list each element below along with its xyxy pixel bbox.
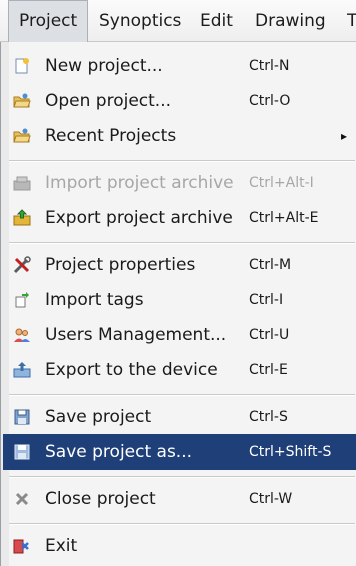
menu-separator	[9, 242, 355, 244]
menu-item-shortcut: Ctrl-N	[249, 58, 290, 74]
menu-item-label: Recent Projects	[45, 126, 177, 146]
menu-separator	[9, 160, 355, 162]
export-device-icon	[13, 361, 31, 379]
menu-item-label: Save project as...	[45, 442, 193, 462]
import-tags-icon	[13, 291, 31, 309]
menu-separator	[9, 523, 355, 525]
menu-item-shortcut: Ctrl-W	[249, 491, 293, 507]
menu-separator	[9, 394, 355, 396]
close-project-icon	[13, 490, 31, 508]
menu-item-label: Close project	[45, 489, 156, 509]
menu-item-save-project[interactable]: Save project Ctrl-S	[3, 399, 356, 435]
menu-item-import-tags[interactable]: Import tags Ctrl-I	[3, 282, 356, 318]
menu-item-shortcut: Ctrl-M	[249, 257, 292, 273]
menu-item-import-archive: Import project archive Ctrl+Alt-I	[3, 165, 356, 201]
menu-item-label: Import tags	[45, 290, 144, 310]
export-archive-icon	[13, 209, 31, 227]
properties-tools-icon	[13, 256, 31, 274]
menu-item-shortcut: Ctrl-U	[249, 327, 290, 343]
menu-item-label: Users Management...	[45, 325, 227, 345]
menu-item-new-project[interactable]: New project... Ctrl-N	[3, 48, 356, 84]
menu-edit[interactable]: Edit	[200, 0, 245, 42]
save-icon	[13, 408, 31, 426]
menu-project[interactable]: Project	[8, 0, 88, 42]
menu-item-shortcut: Ctrl-S	[249, 409, 288, 425]
menu-item-exit[interactable]: Exit	[3, 528, 356, 564]
folder-icon	[13, 127, 31, 145]
submenu-arrow-icon: ▸	[341, 129, 348, 143]
menu-bar: Project Synoptics Edit Drawing T	[0, 0, 356, 42]
menu-item-label: Export project archive	[45, 208, 233, 228]
project-menu-dropdown: New project... Ctrl-N Open project... Ct…	[0, 42, 356, 566]
menu-item-label: Export to the device	[45, 360, 218, 380]
menu-item-label: Import project archive	[45, 173, 234, 193]
menu-item-shortcut: Ctrl-E	[249, 362, 288, 378]
menu-item-shortcut: Ctrl+Alt-E	[249, 210, 319, 226]
menu-item-label: Project properties	[45, 255, 196, 275]
import-archive-icon	[13, 174, 31, 192]
menu-item-shortcut: Ctrl+Shift-S	[249, 444, 332, 460]
menu-item-project-properties[interactable]: Project properties Ctrl-M	[3, 247, 356, 283]
menu-item-shortcut: Ctrl-I	[249, 292, 284, 308]
menu-item-shortcut: Ctrl-O	[249, 93, 291, 109]
menu-item-users-management[interactable]: Users Management... Ctrl-U	[3, 317, 356, 353]
menu-item-save-project-as[interactable]: Save project as... Ctrl+Shift-S	[3, 434, 356, 470]
menu-drawing[interactable]: Drawing	[255, 0, 335, 42]
open-folder-icon	[13, 92, 31, 110]
new-project-icon	[13, 57, 31, 75]
menu-item-export-device[interactable]: Export to the device Ctrl-E	[3, 352, 356, 388]
menu-item-recent-projects[interactable]: Recent Projects ▸	[3, 118, 356, 154]
menu-item-open-project[interactable]: Open project... Ctrl-O	[3, 83, 356, 119]
menu-item-export-archive[interactable]: Export project archive Ctrl+Alt-E	[3, 200, 356, 236]
menu-item-label: New project...	[45, 56, 163, 76]
menu-item-label: Open project...	[45, 91, 172, 111]
menu-separator	[9, 476, 355, 478]
menu-synoptics[interactable]: Synoptics	[99, 0, 189, 42]
users-icon	[13, 326, 31, 344]
exit-icon	[13, 537, 31, 555]
save-as-icon	[13, 443, 31, 461]
menu-truncated[interactable]: T	[347, 0, 356, 42]
menu-item-label: Save project	[45, 407, 152, 427]
menu-item-shortcut: Ctrl+Alt-I	[249, 175, 314, 191]
menu-item-label: Exit	[45, 536, 78, 556]
menu-item-close-project[interactable]: Close project Ctrl-W	[3, 481, 356, 517]
